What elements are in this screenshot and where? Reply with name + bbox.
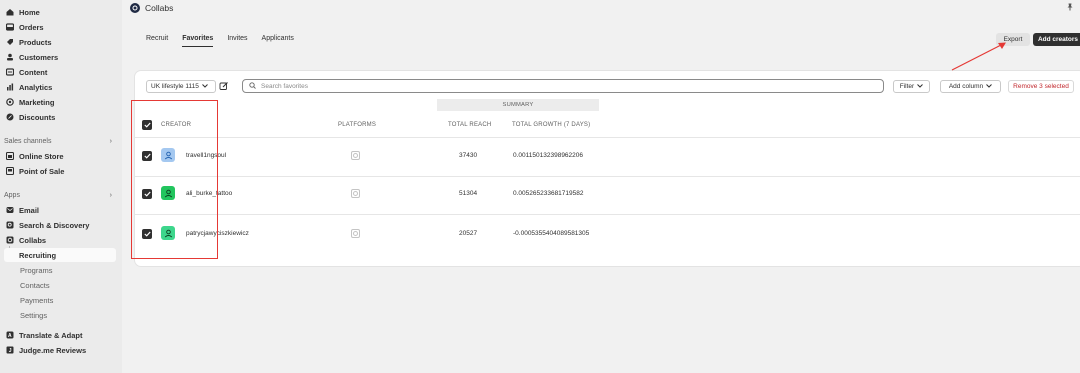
- total-growth-cell: 0.001150132398962206: [513, 152, 584, 159]
- search-discovery-icon: [5, 221, 14, 230]
- instagram-icon: [351, 151, 360, 160]
- chevron-down-icon: [986, 83, 993, 90]
- pin-icon[interactable]: [1066, 3, 1074, 13]
- export-button[interactable]: Export: [996, 33, 1030, 46]
- discount-icon: [5, 113, 14, 122]
- filter-button[interactable]: Filter: [893, 80, 930, 93]
- chevron-right-icon: ›: [109, 138, 112, 145]
- total-reach-cell: 51304: [459, 190, 478, 197]
- sidebar-item-search-discovery[interactable]: Search & Discovery: [4, 218, 116, 232]
- sidebar-item-marketing[interactable]: Marketing: [4, 95, 116, 109]
- orders-icon: [5, 23, 14, 32]
- favorites-card: [135, 71, 1080, 266]
- collabs-icon: [5, 236, 14, 245]
- tag-icon: [5, 38, 14, 47]
- sidebar-item-content[interactable]: Content: [4, 65, 116, 79]
- sidebar-item-label: Judge.me Reviews: [19, 345, 87, 355]
- chevron-down-icon: [201, 83, 208, 90]
- chevron-down-icon: [917, 83, 924, 90]
- sidebar: Home Orders Products Customers Content A…: [0, 0, 122, 373]
- sidebar-item-discounts[interactable]: Discounts: [4, 110, 116, 124]
- sidebar-item-judgeme[interactable]: J Judge.me Reviews: [4, 343, 116, 357]
- sidebar-item-email[interactable]: Email: [4, 203, 116, 217]
- sidebar-item-label: Translate & Adapt: [19, 330, 83, 340]
- sidebar-item-translate-adapt[interactable]: A Translate & Adapt: [4, 328, 116, 342]
- apps-heading[interactable]: Apps ›: [4, 192, 112, 199]
- row-divider: [135, 214, 1080, 215]
- chart-icon: [5, 83, 14, 92]
- total-growth-cell: -0.0005355404089581305: [513, 230, 590, 237]
- sidebar-item-label: Collabs: [19, 235, 47, 245]
- translate-icon: A: [5, 331, 14, 340]
- sidebar-item-collabs[interactable]: Collabs: [4, 233, 116, 247]
- sidebar-item-settings[interactable]: Settings: [19, 308, 116, 322]
- judgeme-icon: J: [5, 346, 14, 355]
- target-icon: [5, 98, 14, 107]
- sales-channels-heading[interactable]: Sales channels ›: [4, 138, 112, 145]
- email-icon: [5, 206, 14, 215]
- instagram-icon: [351, 229, 360, 238]
- tab-favorites[interactable]: Favorites: [182, 35, 214, 47]
- sidebar-item-label: Home: [19, 7, 40, 17]
- sidebar-item-label: Analytics: [19, 82, 53, 92]
- sidebar-item-programs[interactable]: Programs: [19, 263, 116, 277]
- sidebar-item-online-store[interactable]: Online Store: [4, 149, 116, 163]
- app-title: Collabs: [130, 3, 173, 13]
- add-column-button[interactable]: Add column: [940, 80, 1001, 93]
- annotation-highlight-box: [131, 100, 218, 259]
- tab-bar: Recruit Favorites Invites Applicants: [146, 35, 294, 47]
- header-platforms[interactable]: PLATFORMS: [338, 122, 376, 128]
- sidebar-item-label: Customers: [19, 52, 59, 62]
- sidebar-item-payments[interactable]: Payments: [19, 293, 116, 307]
- tab-invites[interactable]: Invites: [227, 35, 247, 47]
- store-icon: [5, 152, 14, 161]
- sidebar-item-label: Point of Sale: [19, 166, 65, 176]
- sidebar-item-label: Products: [19, 37, 52, 47]
- instagram-icon: [351, 189, 360, 198]
- search-icon: [249, 81, 256, 91]
- person-icon: [5, 53, 14, 62]
- sidebar-item-products[interactable]: Products: [4, 35, 116, 49]
- sidebar-item-orders[interactable]: Orders: [4, 20, 116, 34]
- tab-recruit[interactable]: Recruit: [146, 35, 168, 47]
- sidebar-item-label: Email: [19, 205, 40, 215]
- tab-applicants[interactable]: Applicants: [262, 35, 294, 47]
- header-total-growth[interactable]: TOTAL GROWTH (7 DAYS): [512, 122, 590, 128]
- row-divider: [135, 176, 1080, 177]
- sidebar-item-contacts[interactable]: Contacts: [19, 278, 116, 292]
- sidebar-item-customers[interactable]: Customers: [4, 50, 116, 64]
- pos-icon: [5, 167, 14, 176]
- svg-text:J: J: [8, 348, 11, 354]
- sidebar-item-label: Online Store: [19, 151, 64, 161]
- header-total-reach[interactable]: TOTAL REACH: [448, 122, 491, 128]
- search-input[interactable]: [261, 82, 861, 90]
- sidebar-item-label: Discounts: [19, 112, 56, 122]
- sidebar-item-analytics[interactable]: Analytics: [4, 80, 116, 94]
- add-creators-button[interactable]: Add creators: [1033, 33, 1080, 46]
- total-reach-cell: 20527: [459, 230, 478, 237]
- row-divider: [135, 137, 1080, 138]
- remove-selected-button[interactable]: Remove 3 selected: [1008, 80, 1074, 93]
- summary-group-header: SUMMARY: [437, 99, 599, 111]
- sidebar-item-label: Marketing: [19, 97, 55, 107]
- collabs-logo-icon: [130, 3, 140, 13]
- svg-text:A: A: [8, 333, 12, 339]
- sidebar-item-label: Search & Discovery: [19, 220, 90, 230]
- total-reach-cell: 37430: [459, 152, 478, 159]
- total-growth-cell: 0.005265233681719582: [513, 190, 584, 197]
- sidebar-item-home[interactable]: Home: [4, 5, 116, 19]
- sidebar-item-label: Orders: [19, 22, 44, 32]
- sidebar-item-point-of-sale[interactable]: Point of Sale: [4, 164, 116, 178]
- search-field[interactable]: [242, 79, 884, 93]
- app-title-text: Collabs: [145, 3, 174, 13]
- sidebar-item-label: Content: [19, 67, 48, 77]
- sidebar-item-recruiting[interactable]: Recruiting: [4, 248, 116, 262]
- chevron-right-icon: ›: [109, 192, 112, 199]
- edit-view-icon[interactable]: [219, 81, 229, 91]
- view-select[interactable]: UK lifestyle 1115: [146, 80, 216, 93]
- content-icon: [5, 68, 14, 77]
- home-icon: [5, 8, 14, 17]
